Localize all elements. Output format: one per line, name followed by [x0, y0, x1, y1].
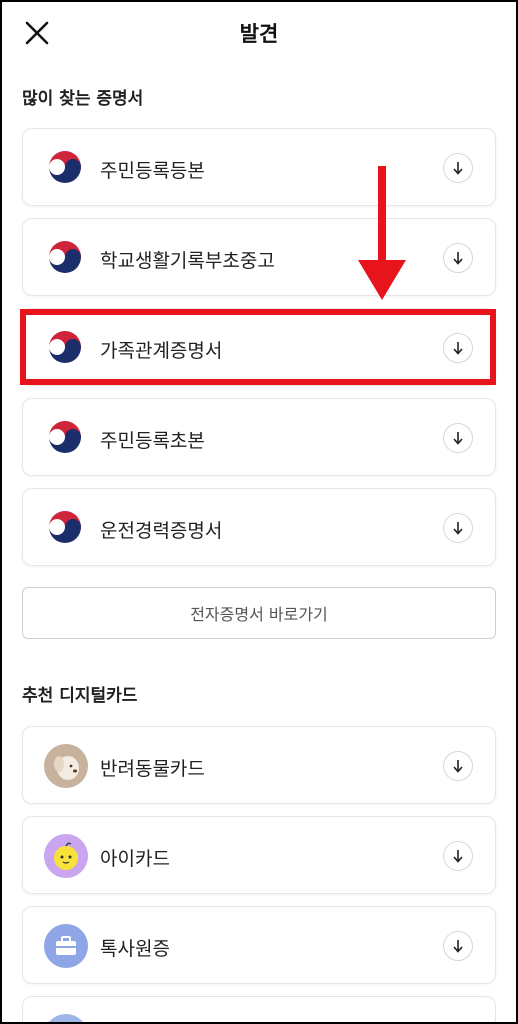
government-emblem-icon: [48, 240, 82, 274]
download-button[interactable]: [443, 243, 473, 273]
download-button[interactable]: [443, 513, 473, 543]
page-title: 발견: [239, 22, 279, 46]
section-title-digital-cards: 추천 디지털카드: [22, 686, 138, 706]
download-button[interactable]: [443, 423, 473, 453]
download-button[interactable]: [443, 153, 473, 183]
digital-card-child[interactable]: 아이카드: [22, 816, 496, 894]
download-button[interactable]: [443, 841, 473, 871]
digital-card-label: 톡사원증: [100, 938, 170, 960]
card-avatar: [44, 1014, 88, 1024]
certificate-label: 운전경력증명서: [100, 520, 223, 542]
certificate-card-school-record[interactable]: 학교생활기록부초중고: [22, 218, 496, 296]
digital-card-employee-id[interactable]: 톡사원증: [22, 906, 496, 984]
child-face-icon: [44, 834, 88, 878]
certificate-card-resident-abstract[interactable]: 주민등록초본: [22, 398, 496, 476]
briefcase-icon: [44, 924, 88, 968]
section-title-certificates: 많이 찾는 증명서: [22, 89, 144, 109]
certificate-label: 가족관계증명서: [100, 340, 223, 362]
download-arrow-icon: [453, 850, 463, 863]
certificate-label: 주민등록초본: [100, 430, 205, 452]
certificate-card-driving-record[interactable]: 운전경력증명서: [22, 488, 496, 566]
download-arrow-icon: [453, 162, 463, 175]
government-emblem-icon: [48, 150, 82, 184]
download-arrow-icon: [453, 940, 463, 953]
digital-card-pet[interactable]: 반려동물카드: [22, 726, 496, 804]
download-arrow-icon: [453, 432, 463, 445]
digital-card-partial[interactable]: [22, 996, 496, 1024]
digital-card-label: 아이카드: [100, 848, 170, 870]
header: 발견: [0, 0, 518, 68]
download-button[interactable]: [443, 751, 473, 781]
government-emblem-icon: [48, 510, 82, 544]
download-arrow-icon: [453, 342, 463, 355]
certificate-label: 학교생활기록부초중고: [100, 250, 275, 272]
e-certificate-shortcut-button[interactable]: 전자증명서 바로가기: [22, 587, 496, 639]
government-emblem-icon: [48, 420, 82, 454]
certificate-card-resident-registration[interactable]: 주민등록등본: [22, 128, 496, 206]
download-button[interactable]: [443, 333, 473, 363]
download-arrow-icon: [453, 522, 463, 535]
download-arrow-icon: [453, 760, 463, 773]
government-emblem-icon: [48, 330, 82, 364]
download-button[interactable]: [443, 931, 473, 961]
certificate-card-family-relation[interactable]: 가족관계증명서: [22, 308, 496, 386]
digital-card-label: 반려동물카드: [100, 758, 205, 780]
pet-dog-icon: [44, 744, 88, 788]
download-arrow-icon: [453, 252, 463, 265]
certificate-label: 주민등록등본: [100, 160, 205, 182]
